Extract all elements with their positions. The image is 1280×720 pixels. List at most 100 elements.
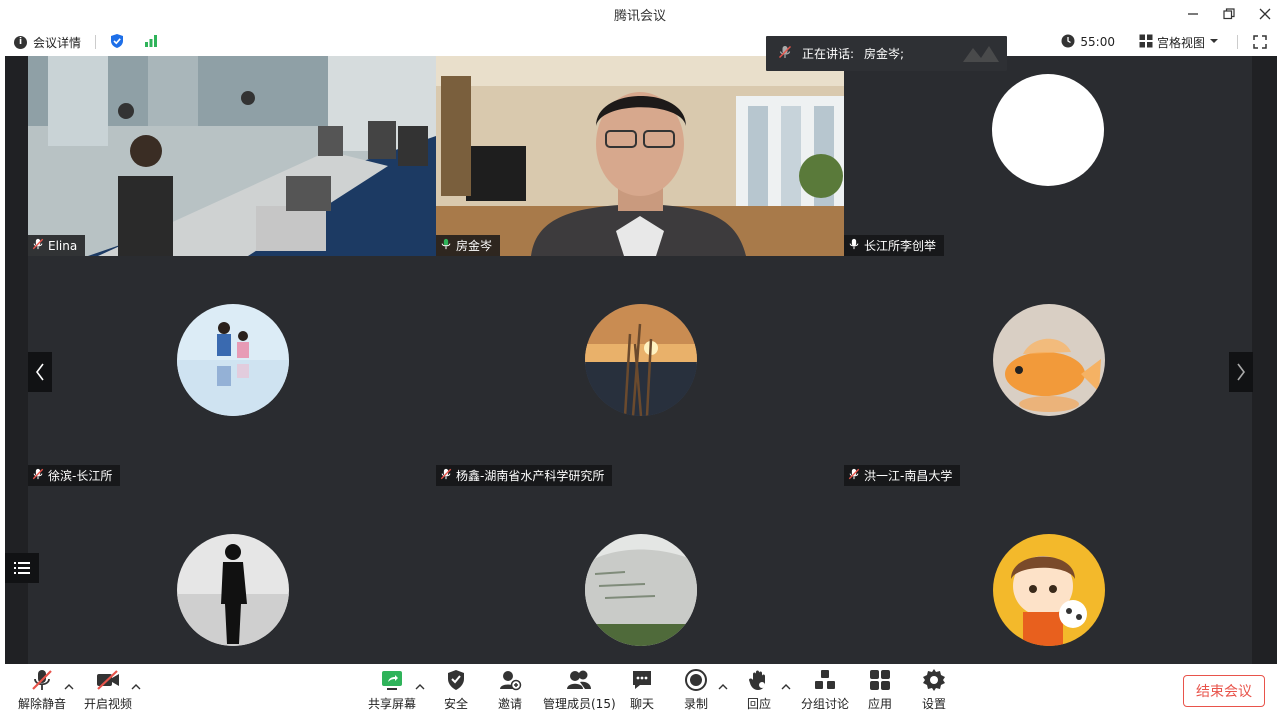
- video-grid: Elina 房金岑 长江所李创举 徐滨-长江所 杨鑫-湖南省水产科学研究所 洪一…: [5, 56, 1277, 664]
- mic-active-icon: [440, 238, 452, 253]
- breakout-rooms-button[interactable]: 分组讨论: [801, 668, 849, 712]
- avatar: [177, 304, 289, 416]
- window-title: 腾讯会议: [613, 8, 666, 24]
- invite-user-icon: [500, 671, 522, 691]
- next-page-button[interactable]: [1229, 352, 1253, 392]
- chevron-right-icon: [1237, 363, 1245, 381]
- info-bar: i 会议详情 55:00 宫格视图: [0, 28, 1280, 56]
- audio-options-caret-icon[interactable]: [64, 682, 74, 692]
- active-speaker-banner: 正在讲话: 房金岑;: [766, 36, 1007, 71]
- avatar: [993, 534, 1105, 646]
- video-tile[interactable]: 杨鑫-湖南省水产科学研究所: [436, 256, 844, 486]
- start-video-label: 开启视频: [84, 697, 133, 711]
- participant-list-toggle[interactable]: [5, 553, 39, 583]
- participant-name: 长江所李创举: [864, 239, 937, 253]
- security-button[interactable]: 安全: [444, 668, 468, 712]
- mic-muted-icon: [32, 670, 52, 690]
- video-feed-image: [28, 56, 436, 256]
- minimize-icon[interactable]: [1186, 7, 1200, 21]
- participant-name-tag: Elina: [28, 235, 86, 256]
- manage-members-label: 管理成员(15): [543, 697, 616, 711]
- participant-name: 房金岑: [456, 239, 493, 253]
- share-screen-label: 共享屏幕: [368, 697, 417, 711]
- timer-text: 55:00: [1080, 35, 1115, 49]
- info-icon[interactable]: i: [14, 35, 27, 49]
- chat-button[interactable]: 聊天: [630, 668, 654, 712]
- settings-button[interactable]: 设置: [922, 668, 946, 712]
- reaction-button[interactable]: 回应: [747, 668, 771, 712]
- video-tile-active-speaker[interactable]: 房金岑: [436, 56, 844, 256]
- unmute-button[interactable]: 解除静音: [18, 668, 66, 712]
- mic-muted-icon: [778, 45, 792, 62]
- list-icon: [14, 562, 30, 574]
- participant-name-tag: 杨鑫-湖南省水产科学研究所: [436, 465, 613, 486]
- apps-grid-icon: [870, 670, 890, 690]
- video-tile[interactable]: [436, 486, 844, 664]
- participant-name: 杨鑫-湖南省水产科学研究所: [456, 469, 605, 483]
- video-off-icon: [97, 670, 119, 690]
- mic-muted-icon: [32, 238, 44, 253]
- caret-down-icon: [1209, 35, 1219, 49]
- participant-name: Elina: [48, 238, 78, 253]
- video-options-caret-icon[interactable]: [131, 682, 141, 692]
- participant-name-tag: 洪一江-南昌大学: [844, 465, 961, 486]
- fullscreen-icon[interactable]: [1246, 35, 1274, 49]
- apps-button[interactable]: 应用: [868, 668, 892, 712]
- meeting-toolbar: 解除静音 开启视频 共享屏幕 安全 邀请 管理成员(15) 聊天 录制 回应 分…: [0, 664, 1280, 720]
- participant-name-tag: 房金岑: [436, 235, 501, 256]
- record-button[interactable]: 录制: [684, 668, 708, 712]
- invite-button[interactable]: 邀请: [498, 668, 522, 712]
- avatar: [585, 304, 697, 416]
- view-label: 宫格视图: [1156, 35, 1205, 50]
- avatar: [585, 534, 697, 646]
- view-switcher[interactable]: 宫格视图: [1139, 34, 1219, 51]
- participant-name: 徐滨-长江所: [48, 469, 113, 483]
- manage-members-button[interactable]: 管理成员(15): [543, 668, 616, 712]
- members-icon: [567, 670, 592, 689]
- mic-icon: [848, 238, 860, 253]
- gear-icon: [923, 669, 945, 691]
- participant-name: 洪一江-南昌大学: [864, 469, 953, 483]
- close-icon[interactable]: [1258, 7, 1272, 21]
- record-label: 录制: [684, 697, 709, 711]
- divider: [95, 35, 97, 49]
- start-video-button[interactable]: 开启视频: [84, 668, 132, 712]
- apps-label: 应用: [868, 697, 893, 711]
- breakout-icon: [815, 670, 835, 689]
- grid-icon: [1139, 34, 1153, 51]
- avatar: [992, 74, 1104, 186]
- video-tile[interactable]: 徐滨-长江所: [28, 256, 436, 486]
- mic-muted-icon: [848, 468, 860, 483]
- video-tile[interactable]: Elina: [28, 56, 436, 256]
- clock-icon: [1061, 34, 1075, 51]
- avatar: [993, 304, 1105, 416]
- share-screen-button[interactable]: 共享屏幕: [368, 668, 416, 712]
- meeting-details-link[interactable]: 会议详情: [33, 34, 81, 51]
- video-tile[interactable]: 洪一江-南昌大学: [844, 256, 1252, 486]
- record-options-caret-icon[interactable]: [718, 682, 728, 692]
- share-screen-icon: [382, 671, 402, 690]
- video-feed-image: [436, 56, 844, 256]
- video-tile[interactable]: 长江所李创举: [844, 56, 1252, 256]
- participant-name-tag: 长江所李创举: [844, 235, 945, 256]
- breakout-rooms-label: 分组讨论: [801, 697, 850, 711]
- video-tile[interactable]: [844, 486, 1252, 664]
- share-options-caret-icon[interactable]: [415, 682, 425, 692]
- security-label: 安全: [444, 697, 469, 711]
- shield-icon[interactable]: [110, 33, 124, 52]
- end-meeting-button[interactable]: 结束会议: [1183, 675, 1265, 707]
- shield-icon: [448, 670, 464, 690]
- video-tile[interactable]: [28, 486, 436, 664]
- previous-page-button[interactable]: [28, 352, 52, 392]
- mic-muted-icon: [32, 468, 44, 483]
- participant-name-tag: 徐滨-长江所: [28, 465, 121, 486]
- speaking-prefix: 正在讲话:: [802, 47, 855, 61]
- unmute-label: 解除静音: [18, 697, 67, 711]
- divider: [1237, 35, 1238, 49]
- window-controls: [1186, 0, 1272, 28]
- meeting-timer: 55:00: [1061, 34, 1115, 51]
- reaction-options-caret-icon[interactable]: [781, 682, 791, 692]
- reaction-label: 回应: [747, 697, 772, 711]
- signal-icon[interactable]: [144, 34, 158, 50]
- restore-icon[interactable]: [1222, 7, 1236, 21]
